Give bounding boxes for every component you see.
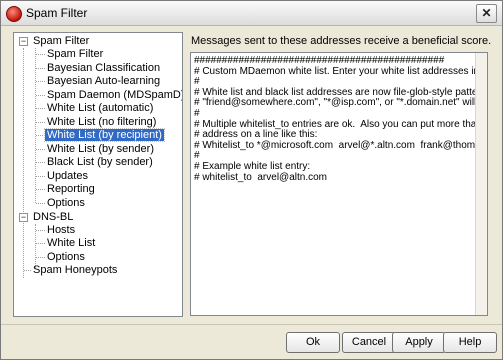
tree-item-white-list-automatic[interactable]: White List (automatic) xyxy=(45,101,155,115)
tree-item-options[interactable]: Options xyxy=(45,196,87,210)
button-divider xyxy=(1,324,502,325)
tree-item-label: Hosts xyxy=(47,224,76,236)
tree-item-white-list-no-filtering[interactable]: White List (no filtering) xyxy=(45,115,158,129)
title-bar: Spam Filter ✕ xyxy=(1,1,502,26)
editor-scrollbar[interactable] xyxy=(475,53,487,315)
tree-item-label: Black List (by sender) xyxy=(47,156,153,168)
cancel-button[interactable]: Cancel xyxy=(342,332,396,353)
tree-item-spam-daemon[interactable]: Spam Daemon (MDSpamD) xyxy=(45,88,183,102)
tree-node-spam-filter-root[interactable]: Spam Filter xyxy=(31,34,91,48)
ok-button[interactable]: Ok xyxy=(286,332,340,353)
mdaemon-app-icon xyxy=(6,6,22,22)
tree-item-label: White List (no filtering) xyxy=(47,116,157,128)
tree-item-bayesian-auto-learning[interactable]: Bayesian Auto-learning xyxy=(45,74,162,88)
tree-node-spam-honeypots[interactable]: Spam Honeypots xyxy=(31,263,119,277)
white-list-editor[interactable]: ########################################… xyxy=(190,52,488,316)
tree-node-label: Spam Filter xyxy=(33,35,90,47)
tree-item-label: White List (by recipient) xyxy=(44,128,165,142)
tree-node-label: DNS-BL xyxy=(33,211,74,223)
tree-item-dnsbl-hosts[interactable]: Hosts xyxy=(45,223,77,237)
tree-item-dnsbl-white-list[interactable]: White List xyxy=(45,236,97,250)
tree-item-updates[interactable]: Updates xyxy=(45,169,90,183)
white-list-text[interactable]: ########################################… xyxy=(194,55,487,183)
tree-item-label: White List (automatic) xyxy=(47,102,154,114)
tree-item-bayesian-classification[interactable]: Bayesian Classification xyxy=(45,61,162,75)
navigation-tree[interactable]: − Spam Filter Spam Filter Bayesian Class… xyxy=(13,32,183,317)
collapse-dns-bl-icon[interactable]: − xyxy=(19,213,28,222)
apply-button[interactable]: Apply xyxy=(392,332,446,353)
tree-item-label: Spam Daemon (MDSpamD) xyxy=(47,89,183,101)
tree-item-label: White List xyxy=(47,237,96,249)
tree-item-label: Options xyxy=(47,197,85,209)
close-button[interactable]: ✕ xyxy=(476,4,497,23)
tree-item-label: Updates xyxy=(47,170,88,182)
tree-item-label: Reporting xyxy=(47,183,95,195)
tree-node-label: Spam Honeypots xyxy=(33,264,118,276)
tree-item-black-list-by-sender[interactable]: Black List (by sender) xyxy=(45,155,155,169)
tree-item-dnsbl-options[interactable]: Options xyxy=(45,250,87,264)
tree-node-dns-bl[interactable]: DNS-BL xyxy=(31,210,75,224)
tree-item-white-list-by-sender[interactable]: White List (by sender) xyxy=(45,142,156,156)
tree-item-label: Bayesian Auto-learning xyxy=(47,75,161,87)
help-button[interactable]: Help xyxy=(443,332,497,353)
tree-item-spam-filter[interactable]: Spam Filter xyxy=(45,47,105,61)
tree-item-label: Options xyxy=(47,251,85,263)
tree-item-label: White List (by sender) xyxy=(47,143,154,155)
tree-item-reporting[interactable]: Reporting xyxy=(45,182,97,196)
tree-item-label: Spam Filter xyxy=(47,48,104,60)
collapse-spam-filter-icon[interactable]: − xyxy=(19,37,28,46)
window-title: Spam Filter xyxy=(26,6,88,20)
page-description: Messages sent to these addresses receive… xyxy=(191,35,492,47)
spam-filter-dialog: Spam Filter ✕ − Spam Filter Spam Filter … xyxy=(0,0,503,360)
tree-item-white-list-by-recipient[interactable]: White List (by recipient) xyxy=(44,128,165,142)
tree-item-label: Bayesian Classification xyxy=(47,62,161,74)
